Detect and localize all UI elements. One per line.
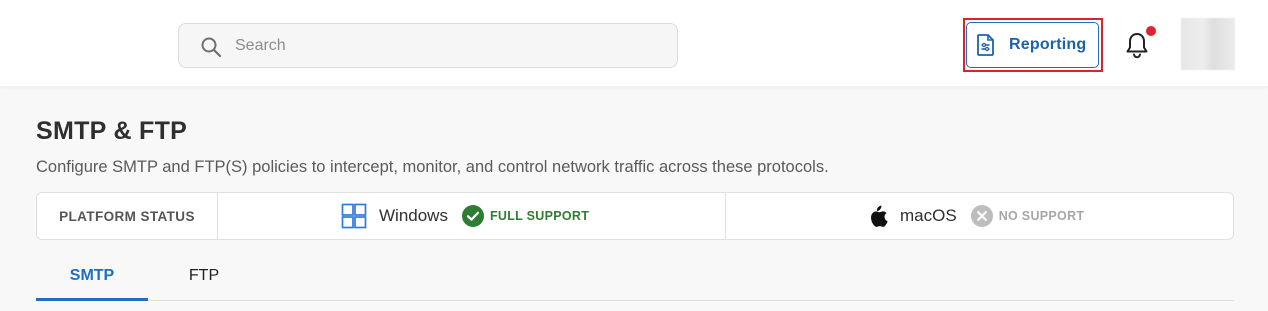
search-icon [201,37,222,58]
tab-ftp[interactable]: FTP [162,250,246,301]
notification-dot [1146,26,1156,36]
x-circle-icon [970,205,993,227]
macos-support-badge: NO SUPPORT [970,205,1085,227]
tab-smtp-label: SMTP [69,266,115,284]
search-box[interactable] [178,23,678,68]
reporting-label: Reporting [1009,36,1087,53]
page-title: SMTP & FTP [36,117,188,145]
windows-support-text: FULL SUPPORT [489,209,590,223]
top-bar: Reporting [0,0,1268,86]
page-description: Configure SMTP and FTP(S) policies to in… [36,158,829,176]
macos-name: macOS [900,206,957,225]
windows-logo-icon [341,203,367,229]
notification-bell-icon[interactable] [1124,30,1150,60]
reporting-button[interactable]: Reporting [966,22,1099,68]
tab-smtp[interactable]: SMTP [36,250,148,301]
platform-windows: Windows FULL SUPPORT [341,193,589,239]
tab-ftp-label: FTP [188,266,220,284]
user-avatar[interactable] [1181,18,1235,70]
search-input[interactable] [235,34,655,58]
platform-macos: macOS NO SUPPORT [866,193,1084,239]
platform-divider [725,193,726,239]
active-tab-underline [36,298,148,301]
windows-support-badge: FULL SUPPORT [461,205,590,227]
platform-status-bar: PLATFORM STATUS Windows FULL SUPPORT mac… [36,192,1234,240]
apple-logo-icon [871,205,888,227]
macos-support-text: NO SUPPORT [998,209,1085,223]
windows-name: Windows [379,206,448,225]
platform-status-label: PLATFORM STATUS [37,193,218,239]
report-document-icon [977,34,994,56]
protocol-tabs: SMTP FTP [36,250,1234,301]
check-circle-icon [461,205,484,227]
